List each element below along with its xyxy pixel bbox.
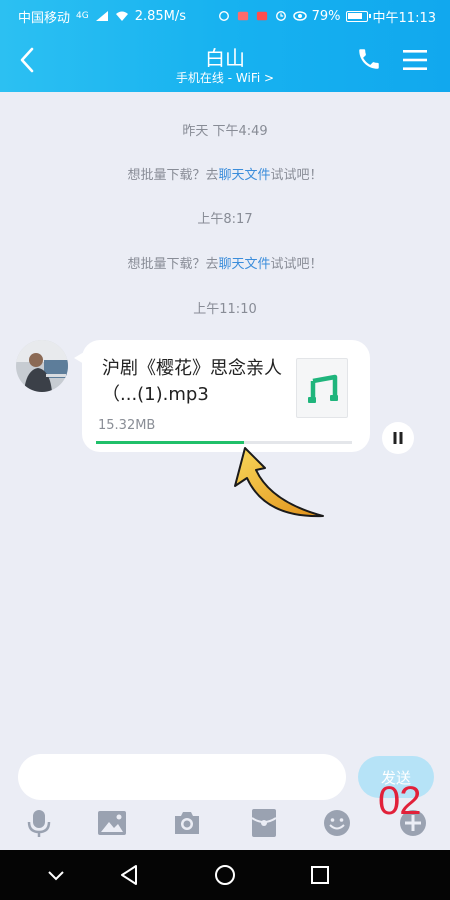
alarm-icon (275, 11, 286, 21)
image-icon[interactable] (97, 808, 127, 838)
system-tip: 想批量下载？去聊天文件试试吧！ (0, 164, 450, 183)
avatar[interactable] (16, 340, 68, 392)
eye-icon (292, 11, 307, 21)
nav-recents-icon[interactable] (307, 862, 333, 888)
system-tip: 想批量下载？去聊天文件试试吧！ (0, 253, 450, 272)
signal-icon (95, 11, 108, 21)
carrier-label: 中国移动 (18, 10, 71, 26)
timestamp: 上午8:17 (197, 212, 253, 227)
tip-text: 试试吧！ (270, 168, 323, 183)
music-note-icon (308, 374, 338, 403)
network-speed-label: 2.85M/s (134, 8, 187, 24)
file-message-bubble[interactable]: 沪剧《樱花》思念亲人（...(1).mp3 15.32MB (74, 340, 370, 452)
tip-text: 试试吧！ (270, 257, 323, 272)
download-progress-fill (96, 441, 245, 444)
menu-icon[interactable] (400, 46, 430, 74)
tip-text: 想批量下载？去 (127, 257, 219, 272)
annotation-arrow (234, 447, 324, 518)
wifi-icon (115, 11, 128, 21)
chat-header: 中国移动 4G 2.85M/s 79% 中午11:13 白山 手机在线 - Wi… (0, 0, 450, 92)
online-status-subtitle[interactable]: 手机在线 - WiFi > (0, 69, 450, 86)
avatar-photo (16, 340, 68, 392)
nav-back-icon[interactable] (117, 862, 143, 888)
phone-icon[interactable] (356, 46, 382, 72)
music-file-thumbnail (296, 358, 348, 418)
app-notification-icon (237, 11, 248, 21)
mic-icon[interactable] (24, 808, 54, 838)
contact-name-title: 白山 (205, 46, 245, 70)
emoji-icon[interactable] (322, 808, 352, 838)
timestamp: 昨天 下午4:49 (182, 124, 268, 139)
signal-type-label: 4G (76, 11, 89, 21)
battery-percent-label: 79% (311, 8, 341, 24)
nav-collapse-icon[interactable] (43, 862, 69, 888)
nav-home-icon[interactable] (212, 862, 238, 888)
pause-button[interactable] (382, 422, 414, 454)
camera-icon[interactable] (172, 808, 202, 838)
chat-files-link[interactable]: 聊天文件 (218, 257, 270, 272)
message-input[interactable] (18, 754, 346, 800)
nav-bar: 白山 手机在线 - WiFi > (0, 32, 450, 92)
tip-text: 想批量下载？去 (127, 168, 219, 183)
status-bar: 中国移动 4G 2.85M/s 79% 中午11:13 (0, 0, 450, 32)
pause-icon (393, 432, 403, 444)
red-packet-icon[interactable] (249, 808, 279, 838)
file-name: 沪剧《樱花》思念亲人（...(1).mp3 (102, 358, 282, 405)
chat-files-link[interactable]: 聊天文件 (218, 168, 270, 183)
app-notification-icon (256, 11, 267, 21)
file-size: 15.32MB (98, 418, 156, 433)
timestamp: 上午11:10 (193, 302, 257, 317)
overlay-number: 02 (378, 779, 421, 823)
battery-icon (345, 10, 371, 22)
sync-icon (218, 11, 229, 21)
clock-label: 中午11:13 (372, 10, 436, 26)
system-nav-bar (0, 850, 450, 900)
